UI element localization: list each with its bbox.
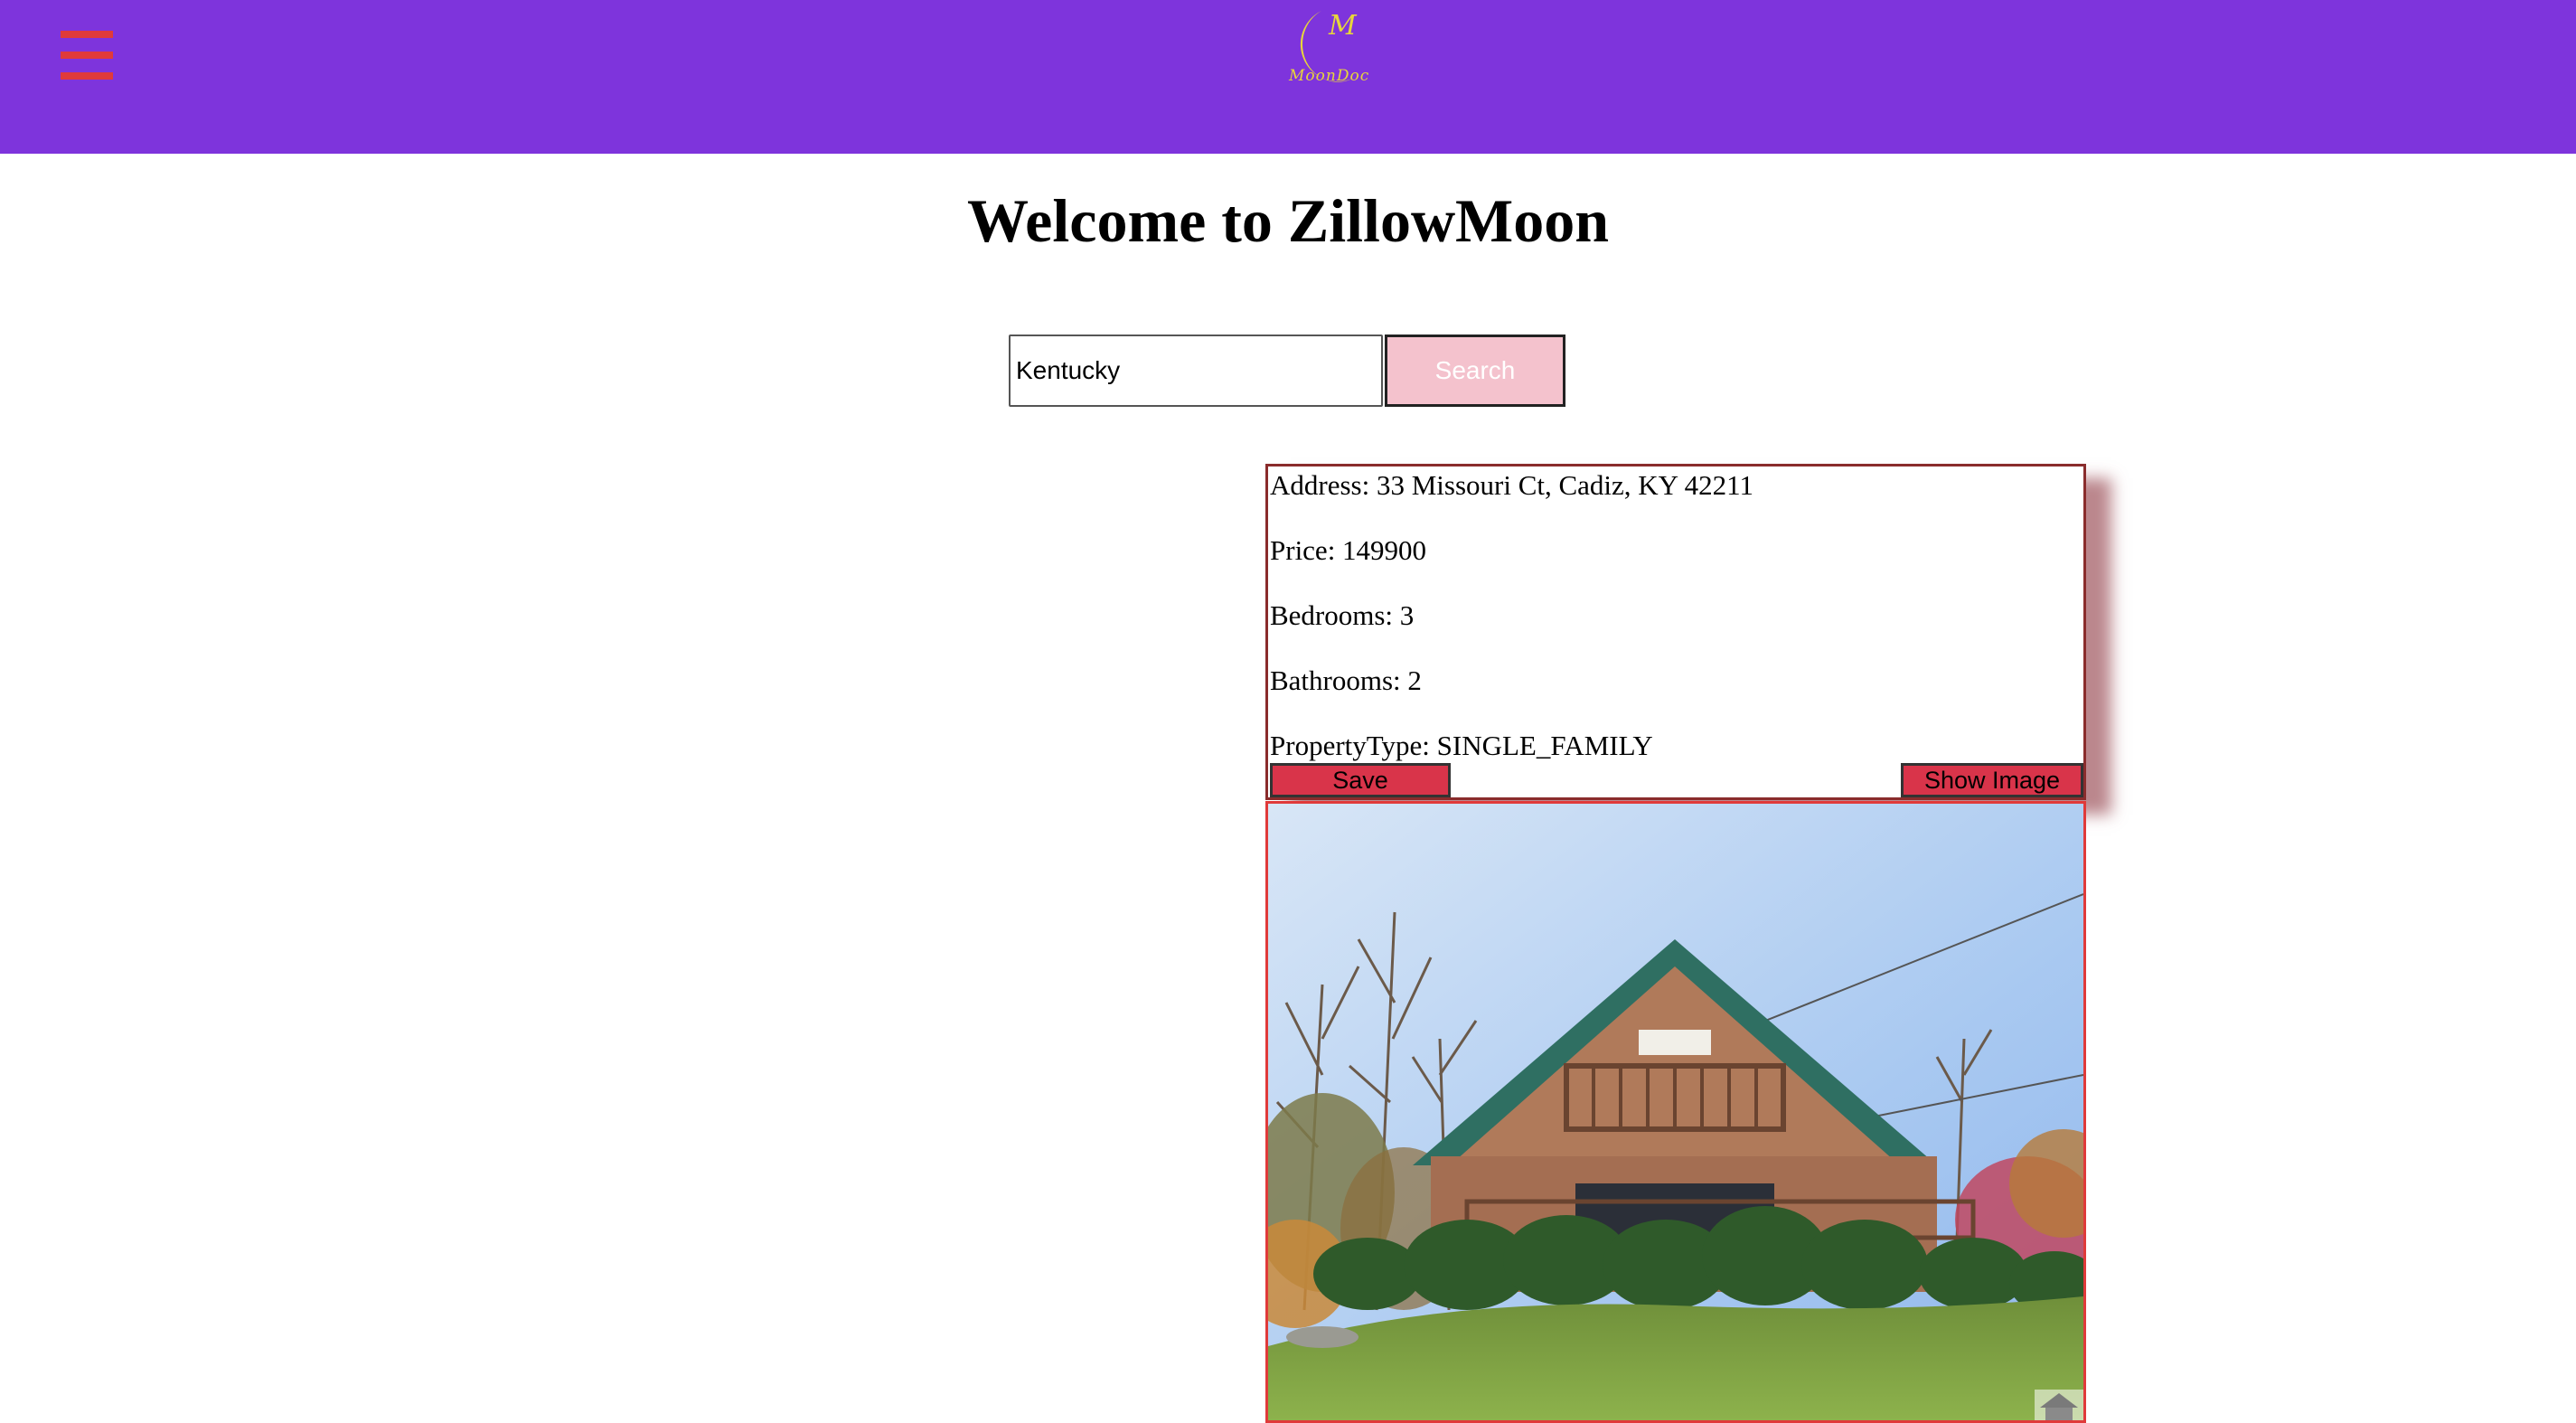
logo-letter: M — [1328, 10, 1358, 42]
listing-card: Address: 33 Missouri Ct, Cadiz, KY 42211… — [1265, 464, 2086, 800]
search-input[interactable] — [1009, 335, 1383, 407]
listing-price: Price: 149900 — [1270, 534, 1427, 566]
listing-bedrooms: Bedrooms: 3 — [1270, 599, 1415, 631]
logo-text: MoonDoc — [1289, 67, 1370, 85]
house-photo — [1265, 801, 2086, 1423]
page-title: Welcome to ZillowMoon — [966, 186, 1610, 255]
hamburger-menu-icon[interactable] — [61, 31, 113, 80]
show-image-button[interactable]: Show Image — [1901, 763, 2083, 797]
listing-address: Address: 33 Missouri Ct, Cadiz, KY 42211 — [1270, 469, 1754, 501]
listing-property-type: PropertyType: SINGLE_FAMILY — [1270, 730, 1653, 761]
home-icon[interactable] — [2035, 1390, 2083, 1420]
search-button[interactable]: Search — [1385, 335, 1565, 407]
house-photo-drawing — [1268, 804, 2083, 1420]
top-navbar: M MoonDoc — [0, 0, 2576, 154]
listing-bathrooms: Bathrooms: 2 — [1270, 664, 1422, 696]
save-button[interactable]: Save — [1270, 763, 1451, 797]
